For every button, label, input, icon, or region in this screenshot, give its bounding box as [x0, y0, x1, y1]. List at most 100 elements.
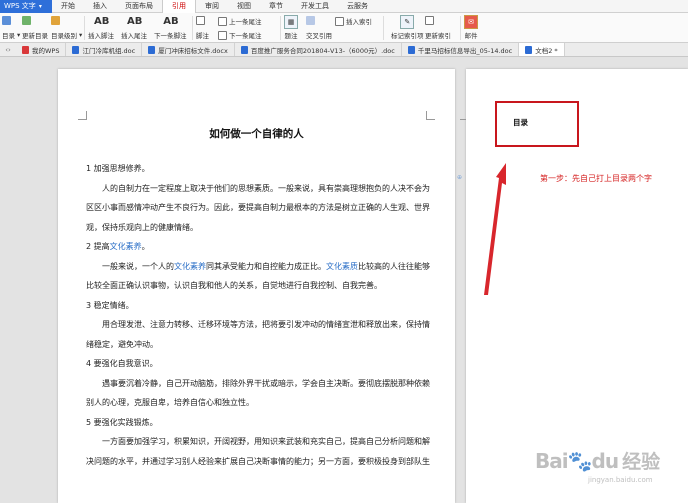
- cross-ref-button[interactable]: 交叉引用: [306, 30, 332, 40]
- footnote-settings-button[interactable]: 脚注: [196, 30, 209, 40]
- tab-doc-4[interactable]: 千里马招标信息导出_05-14.doc: [402, 43, 520, 56]
- menu-section[interactable]: 章节: [260, 0, 292, 13]
- section-heading: 3 稳定情绪。: [86, 300, 134, 310]
- section-body-text: 一方面要加强学习，积累知识，开阔视野，用知识来武装和充实自己，提高自己分析问题和…: [86, 437, 430, 466]
- insert-index-label: 插入索引: [346, 18, 372, 26]
- toc-dropdown[interactable]: 目录 ▾: [2, 30, 20, 40]
- document-workspace[interactable]: 如何做一个自律的人 1 加强思想修养。 人的自制力在一定程度上取决于他们的思想素…: [0, 57, 688, 503]
- index-icon: [335, 16, 344, 26]
- watermark-logo-part2: du: [591, 448, 620, 473]
- menu-references[interactable]: 引用: [162, 0, 196, 13]
- chevron-down-icon: ▾: [38, 2, 42, 10]
- tab-label: 百度推广服务合同201804-V13-（6000元）.doc: [250, 46, 395, 55]
- toc-level-icon[interactable]: [51, 16, 60, 25]
- tab-doc-1[interactable]: 江门冷库机组.doc: [66, 43, 143, 56]
- ribbon-divider: [84, 16, 85, 40]
- next-endnote-button[interactable]: 下一条尾注: [218, 30, 262, 40]
- tab-my-wps[interactable]: 我的WPS: [16, 43, 67, 56]
- toc-level-button[interactable]: 目录级别 ▾: [51, 30, 82, 40]
- ribbon-divider: [192, 16, 193, 40]
- app-menu-button[interactable]: WPS 文字 ▾: [0, 0, 52, 13]
- mail-icon: ✉: [464, 15, 478, 29]
- watermark-logo-part1: Bai: [535, 448, 569, 473]
- tab-label: 千里马招标信息导出_05-14.doc: [417, 46, 513, 55]
- ribbon-divider: [460, 16, 461, 40]
- ribbon-divider: [280, 16, 281, 40]
- prev-endnote-button[interactable]: 上一条尾注: [218, 16, 262, 26]
- section-body-text: 人的自制力在一定程度上取决于他们的思想素质。一般来说，具有崇高理想抱负的人决不会…: [86, 183, 430, 232]
- update-toc-button-icon[interactable]: [22, 16, 31, 25]
- word-icon: [240, 45, 248, 54]
- menu-view[interactable]: 视图: [228, 0, 260, 13]
- tab-doc-3[interactable]: 百度推广服务合同201804-V13-（6000元）.doc: [235, 43, 402, 56]
- document-page-1[interactable]: 如何做一个自律的人 1 加强思想修养。 人的自制力在一定程度上取决于他们的思想素…: [58, 69, 455, 503]
- tab-doc-2[interactable]: 厦门冲床招标文件.docx: [142, 43, 235, 56]
- next-footnote-button[interactable]: AB 下一条脚注: [154, 15, 187, 40]
- mark-index-label: 标记索引项: [391, 32, 424, 40]
- tab-scroll-arrows[interactable]: ‹ ›: [0, 43, 16, 56]
- next-footnote-label: 下一条脚注: [154, 32, 187, 40]
- mark-index-icon: ✎: [400, 15, 415, 29]
- prev-note-icon: [218, 16, 227, 26]
- insert-footnote-button[interactable]: AB 插入脚注: [88, 15, 114, 40]
- mark-index-button[interactable]: ✎ 标记索引项: [391, 15, 424, 40]
- hyperlink[interactable]: 文化素质: [326, 262, 358, 271]
- hyperlink[interactable]: 文化素养: [110, 242, 142, 251]
- paragraph-handle-icon[interactable]: ⊕: [457, 174, 462, 181]
- margin-corner-mark: [426, 111, 435, 120]
- caption-label: 题注: [284, 32, 298, 40]
- prev-endnote-label: 上一条尾注: [229, 18, 262, 26]
- baidu-watermark: Bai🐾du 经验: [535, 447, 660, 474]
- hyperlink[interactable]: 文化素养: [174, 262, 206, 271]
- heading-suffix: 。: [141, 242, 150, 251]
- tab-label: 我的WPS: [32, 46, 60, 55]
- refresh-icon: [22, 16, 31, 25]
- menu-insert[interactable]: 插入: [84, 0, 116, 13]
- footnote-settings-label: 脚注: [196, 32, 209, 40]
- caption-button[interactable]: ▦ 题注: [284, 15, 298, 40]
- tab-label: 江门冷库机组.doc: [82, 46, 136, 55]
- menu-home[interactable]: 开始: [52, 0, 84, 13]
- arrow-shape: [484, 163, 506, 295]
- document-title: 如何做一个自律的人: [209, 128, 304, 140]
- margin-corner-mark: [78, 111, 87, 120]
- document-body[interactable]: 1 加强思想修养。 人的自制力在一定程度上取决于他们的思想素质。一般来说，具有崇…: [86, 159, 430, 471]
- insert-index-button[interactable]: 插入索引: [335, 16, 372, 26]
- toc-button[interactable]: [2, 16, 11, 25]
- footnote-settings-icon[interactable]: [196, 16, 205, 25]
- watermark-logo: Bai🐾du: [535, 448, 620, 473]
- menu-developer[interactable]: 开发工具: [292, 0, 338, 13]
- word-icon: [148, 45, 156, 54]
- mail-button[interactable]: ✉ 邮件: [464, 15, 478, 40]
- cross-ref-icon: [306, 16, 315, 25]
- tab-doc-active[interactable]: 文档2 *: [519, 43, 565, 56]
- ribbon-divider: [383, 16, 384, 40]
- update-toc-button[interactable]: 更新目录: [22, 30, 48, 40]
- cross-ref-icon-btn[interactable]: [306, 16, 315, 25]
- insert-endnote-button[interactable]: AB 插入尾注: [121, 15, 147, 40]
- update-index-button[interactable]: 更新索引: [425, 30, 451, 40]
- insert-footnote-label: 插入脚注: [88, 32, 114, 40]
- page-icon: [196, 16, 205, 25]
- toc-level-label: 目录级别: [51, 32, 77, 40]
- next-note-icon: [218, 30, 227, 40]
- mail-label: 邮件: [464, 32, 478, 40]
- chevron-down-icon: ▾: [79, 31, 83, 39]
- section-heading: 2 提高文化素养。: [86, 237, 430, 257]
- menu-review[interactable]: 审阅: [196, 0, 228, 13]
- update-toc-label: 更新目录: [22, 32, 48, 40]
- body-text: 一般来说，一个人的: [102, 261, 174, 271]
- chevron-down-icon: ▾: [17, 31, 21, 39]
- annotation-arrow: [484, 163, 506, 295]
- section-body: 用合理发泄、注意力转移、迁移环境等方法，把将要引发冲动的情绪宣泄和释放出来，保持…: [86, 315, 430, 354]
- word-icon: [407, 45, 415, 54]
- word-icon: [72, 45, 80, 54]
- menu-page-layout[interactable]: 页面布局: [116, 0, 162, 13]
- section-body: 遇事要沉着冷静，自己开动脑筋，排除外界干扰或暗示，学会自主决断。要彻底摆脱那种依…: [86, 374, 430, 413]
- update-index-icon-btn[interactable]: [425, 16, 434, 25]
- update-index-icon: [425, 16, 434, 25]
- caption-icon: ▦: [284, 15, 298, 29]
- next-footnote-icon: AB: [163, 16, 179, 27]
- section-body-text: 遇事要沉着冷静，自己开动脑筋，排除外界干扰或暗示，学会自主决断。要彻底摆脱那种依…: [86, 378, 430, 408]
- menu-cloud[interactable]: 云服务: [338, 0, 377, 13]
